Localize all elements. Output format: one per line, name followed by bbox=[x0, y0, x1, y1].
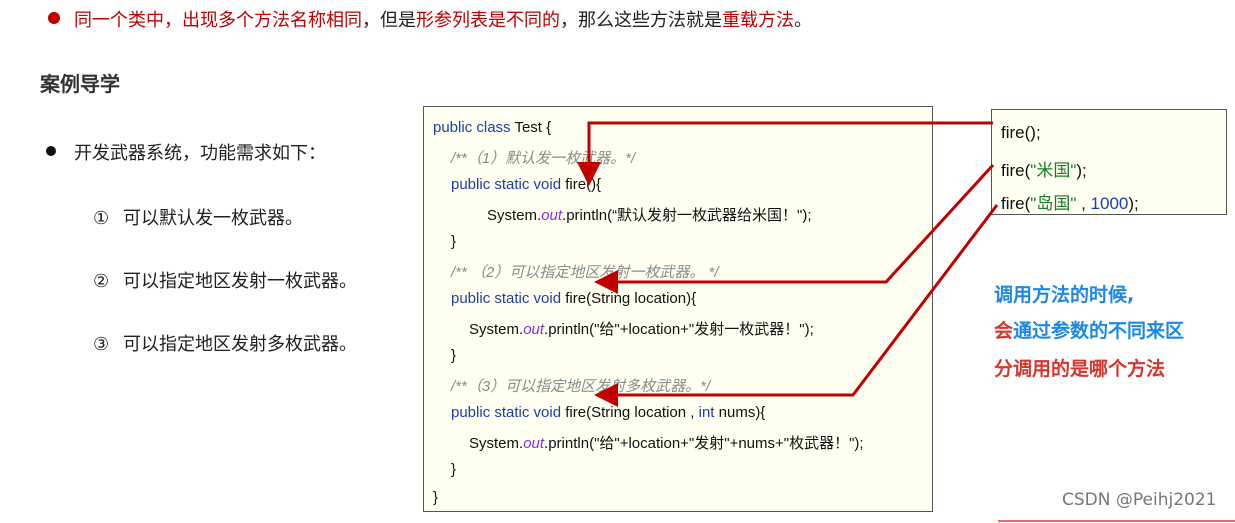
code-statement: System.out.println(“默认发射一枚武器给米国！"); bbox=[487, 207, 812, 224]
watermark-underline bbox=[998, 520, 1235, 522]
call-fire-no-args: fire(); bbox=[1001, 123, 1041, 142]
code-box: public class Test { /**（1）默认发一枚武器。*/ pub… bbox=[423, 106, 933, 512]
code-comment: /** （2）可以指定地区发射一枚武器。 */ bbox=[451, 264, 719, 281]
code-method-signature: public static void fire(String location … bbox=[451, 404, 766, 421]
code-line-class: public class Test { bbox=[433, 119, 552, 136]
note-line: 会通过参数的不同来区 bbox=[994, 320, 1185, 342]
code-comment: /**（1）默认发一枚武器。*/ bbox=[451, 150, 636, 167]
black-bullet-icon bbox=[46, 146, 56, 156]
code-brace: } bbox=[451, 347, 457, 364]
code-statement: System.out.println("给"+location+"发射一枚武器！… bbox=[469, 321, 814, 338]
code-comment: /**（3）可以指定地区发射多枚武器。*/ bbox=[451, 378, 711, 395]
code-brace: } bbox=[451, 233, 457, 250]
note-line: 调用方法的时候, bbox=[994, 284, 1135, 306]
overload-definition: 同一个类中，出现多个方法名称相同，但是形参列表是不同的，那么这些方法就是重载方法… bbox=[48, 6, 812, 32]
note-line: 分调用的是哪个方法 bbox=[994, 358, 1166, 380]
code-method-signature: public static void fire(String location)… bbox=[451, 290, 697, 307]
call-fire-location: fire("米国"); bbox=[1001, 161, 1087, 180]
requirement-item: ③ 可以指定地区发射多枚武器。 bbox=[93, 334, 357, 355]
code-brace: } bbox=[433, 489, 439, 506]
requirement-item: ② 可以指定地区发射一枚武器。 bbox=[93, 271, 357, 292]
red-bullet-icon bbox=[48, 12, 60, 24]
code-brace: } bbox=[451, 461, 457, 478]
code-method-signature: public static void fire(){ bbox=[451, 176, 602, 193]
code-statement: System.out.println("给"+location+"发射"+num… bbox=[469, 435, 864, 452]
call-fire-location-nums: fire("岛国" , 1000); bbox=[1001, 194, 1139, 213]
requirements-intro: 开发武器系统，功能需求如下： bbox=[46, 139, 326, 165]
section-title: 案例导学 bbox=[40, 72, 120, 96]
requirement-item: ① 可以默认发一枚武器。 bbox=[93, 208, 303, 229]
method-calls-box: fire(); fire("米国"); fire("岛国" , 1000); bbox=[991, 109, 1227, 215]
watermark: CSDN @Peihj2021 bbox=[1062, 490, 1217, 510]
